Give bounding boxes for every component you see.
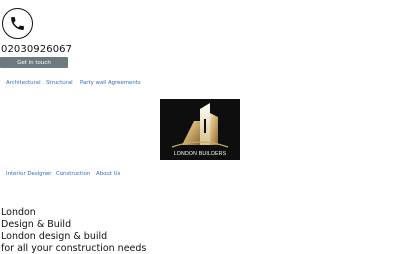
- phone-icon[interactable]: [2, 8, 33, 39]
- heading-design-build: Design & Build: [1, 219, 72, 230]
- nav-link-construction[interactable]: Construction: [56, 171, 90, 177]
- nav-link-party-wall-agreements[interactable]: Party wall Agreements: [80, 80, 141, 86]
- heading-london: London: [1, 207, 36, 218]
- nav-link-about-us[interactable]: About Us: [96, 171, 120, 177]
- company-logo: LONDON BUILDERS: [160, 99, 240, 160]
- logo-text: LONDON BUILDERS: [173, 151, 227, 157]
- get-in-touch-button[interactable]: Get in touch: [0, 57, 68, 68]
- nav-link-architectural[interactable]: Architectural: [6, 80, 41, 86]
- nav-link-interior-designer[interactable]: Interior Designer: [6, 171, 52, 177]
- phone-number[interactable]: 02030926067: [1, 44, 72, 55]
- heading-construction-needs: for all your construction needs: [1, 243, 147, 254]
- nav-link-structural[interactable]: Structural: [46, 80, 73, 86]
- heading-london-design-build: London design & build: [1, 231, 108, 242]
